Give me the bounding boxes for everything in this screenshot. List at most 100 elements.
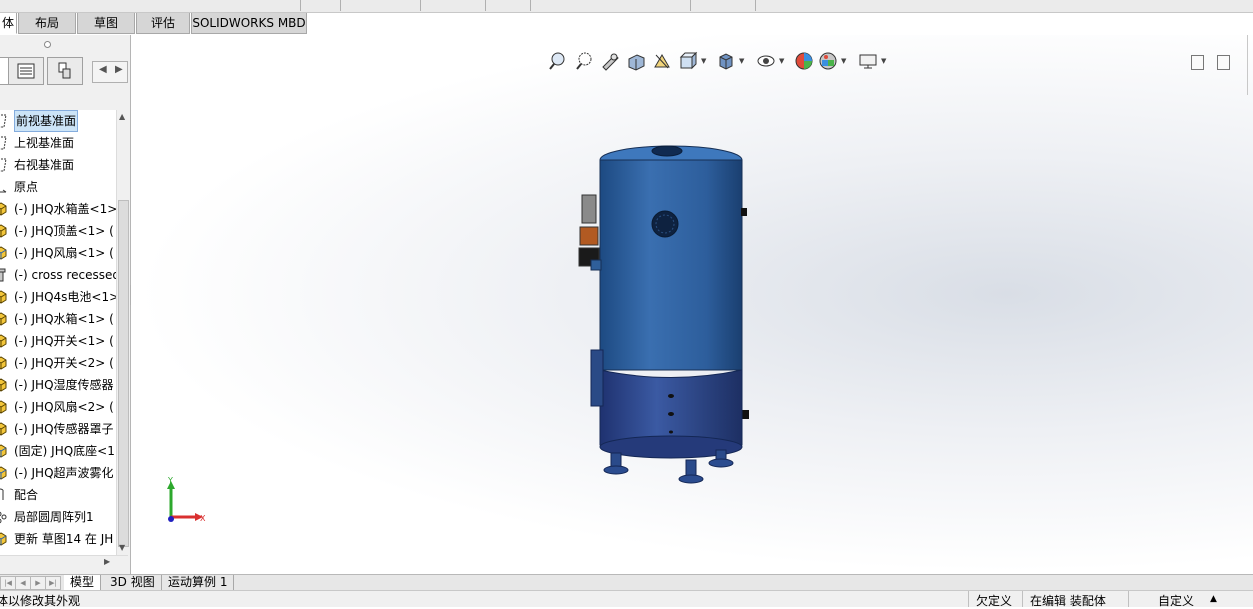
definition-status: 欠定义 [976, 594, 1013, 608]
status-bar: 体以修改其外观 欠定义 在编辑 装配体 自定义 ▲ [0, 590, 1253, 609]
part-icon [0, 202, 7, 216]
graphics-area[interactable]: ▼ ▼ ▼ ▼ ▼ Y X [131, 35, 1253, 574]
prev-tab-icon[interactable]: ◀ [15, 576, 31, 590]
feature-tree-item-label: (-) JHQ水箱<1> ( [14, 312, 114, 326]
edit-appearance-button[interactable] [794, 51, 814, 71]
view-settings-button[interactable] [858, 51, 878, 71]
part-icon [0, 290, 7, 304]
feature-tree-item-label: (-) JHQ超声波雾化 [14, 466, 114, 480]
tab-solidworks-mbd[interactable]: SOLIDWORKS MBD [191, 13, 307, 34]
scroll-up-icon[interactable]: ▲ [119, 112, 125, 121]
bottom-tab-bar: |◀ ◀ ▶ ▶| 模型 3D 视图 运动算例 1 [0, 574, 1253, 591]
feature-tree-item-label: 上视基准面 [14, 136, 75, 150]
feature-tree-item-label: (-) JHQ传感器罩子 [14, 422, 114, 436]
feature-tree-item-label: (-) JHQ湿度传感器 [14, 378, 114, 392]
pattern-icon [0, 510, 7, 524]
tab-evaluate[interactable]: 评估 [136, 13, 190, 34]
feature-tree-item-label: (-) cross recessed [14, 268, 116, 282]
tab-motion-study[interactable]: 运动算例 1 [162, 575, 235, 590]
mates-icon [0, 488, 7, 501]
part-icon [0, 400, 7, 414]
feature-tree: 前视基准面 上视基准面 右视基准面 原点 (-) JHQ水箱盖<1> (-) JHQ顶盖<… [0, 110, 116, 555]
first-tab-icon[interactable]: |◀ [0, 576, 16, 590]
chevron-down-icon[interactable]: ▼ [701, 57, 706, 65]
feature-tree-item-label: (-) JHQ4s电池<1> [14, 290, 116, 304]
next-tab-icon[interactable]: ▶ [30, 576, 46, 590]
plane-icon [0, 158, 7, 172]
feature-tree-item-label: 配合 [14, 488, 39, 502]
part-icon [0, 224, 7, 238]
strip-separator [420, 0, 421, 11]
editing-status: 在编辑 装配体 [1030, 594, 1106, 608]
status-hint: 体以修改其外观 [0, 594, 81, 608]
feature-manager-panel: ◀ ▶ 前视基准面 上视基准面 右视基准面 原点 (-) JHQ水箱盖<1> (-) JH… [0, 35, 131, 574]
scroll-down-icon[interactable]: ▼ [119, 543, 125, 552]
feature-tree-item-label: (-) JHQ开关<1> ( [14, 334, 114, 348]
triad-y-label: Y [167, 476, 173, 485]
units-selector[interactable]: 自定义 [1158, 592, 1194, 609]
chevron-right-icon[interactable]: ▶ [115, 64, 123, 75]
view-orientation-icon [679, 51, 698, 70]
property-manager-tab[interactable] [8, 57, 44, 85]
feature-tree-item-label: 原点 [14, 180, 39, 194]
panel-tabs: ◀ ▶ [0, 57, 130, 85]
units-dropdown-icon[interactable]: ▲ [1210, 594, 1217, 604]
maximize-view-button[interactable] [1217, 55, 1230, 70]
annotation-icon [654, 54, 670, 69]
tab-sketch[interactable]: 草图 [77, 13, 135, 34]
status-separator [968, 591, 969, 607]
chevron-down-icon[interactable]: ▼ [881, 57, 886, 65]
tab-3d-view[interactable]: 3D 视图 [104, 575, 162, 590]
appearance-icon [795, 52, 813, 70]
assembly-icon [0, 532, 7, 546]
part-icon [0, 334, 7, 348]
feature-tree-item-label: 更新 草图14 在 JH [14, 532, 114, 546]
chevron-down-icon[interactable]: ▼ [841, 57, 846, 65]
strip-separator [690, 0, 691, 11]
part-icon [0, 378, 7, 392]
zoom-to-fit-button[interactable] [548, 51, 568, 71]
status-separator [1022, 591, 1023, 607]
hide-show-items-button[interactable] [756, 51, 776, 71]
zoom-to-area-button[interactable] [574, 51, 594, 71]
chevron-left-icon[interactable]: ◀ [99, 64, 107, 75]
property-list-icon [17, 63, 35, 79]
humidifier-tank-model[interactable] [571, 135, 771, 490]
configuration-icon [58, 62, 71, 79]
tab-scroll-buttons: |◀ ◀ ▶ ▶| [0, 576, 62, 590]
scroll-right-icon[interactable]: ▶ [104, 557, 110, 566]
chevron-down-icon[interactable]: ▼ [779, 57, 784, 65]
scrollbar-thumb[interactable] [118, 200, 129, 547]
configuration-manager-tab[interactable] [47, 57, 83, 85]
strip-separator [530, 0, 531, 11]
feature-tree-item-label: 前视基准面 [14, 110, 79, 132]
tab-model[interactable]: 模型 [64, 575, 102, 590]
chevron-down-icon[interactable]: ▼ [739, 57, 744, 65]
status-separator [1128, 591, 1129, 607]
title-strip [0, 0, 1253, 13]
heads-up-view-toolbar: ▼ ▼ ▼ ▼ ▼ [546, 51, 906, 73]
dynamic-annotation-button[interactable] [652, 51, 672, 71]
panel-splitter-handle[interactable] [44, 41, 51, 48]
strip-separator [755, 0, 756, 11]
apply-scene-button[interactable] [818, 51, 838, 71]
tree-vertical-scrollbar[interactable]: ▲ ▼ [116, 110, 129, 555]
last-tab-icon[interactable]: ▶| [45, 576, 61, 590]
assembly-icon [0, 246, 7, 260]
tree-horizontal-scrollbar[interactable]: ▶ [0, 555, 128, 572]
toolbox-part-icon [0, 268, 7, 282]
previous-view-button[interactable] [600, 51, 620, 71]
panel-tab-scroller[interactable]: ◀ ▶ [92, 61, 128, 83]
command-manager-tabs: 体 布局 草图 评估 SOLIDWORKS MBD [0, 13, 310, 35]
display-style-button[interactable] [716, 51, 736, 71]
tab-assembly[interactable]: 体 [0, 13, 17, 34]
display-style-icon [719, 53, 733, 70]
feature-tree-item-label: 右视基准面 [14, 158, 75, 172]
assembly-icon [0, 444, 7, 458]
feature-tree-item-label: (固定) JHQ底座<1 [14, 444, 115, 458]
restore-view-button[interactable] [1191, 55, 1204, 70]
section-view-button[interactable] [626, 51, 646, 71]
tab-layout[interactable]: 布局 [18, 13, 76, 34]
view-orientation-button[interactable] [678, 51, 698, 71]
part-icon [0, 356, 7, 370]
